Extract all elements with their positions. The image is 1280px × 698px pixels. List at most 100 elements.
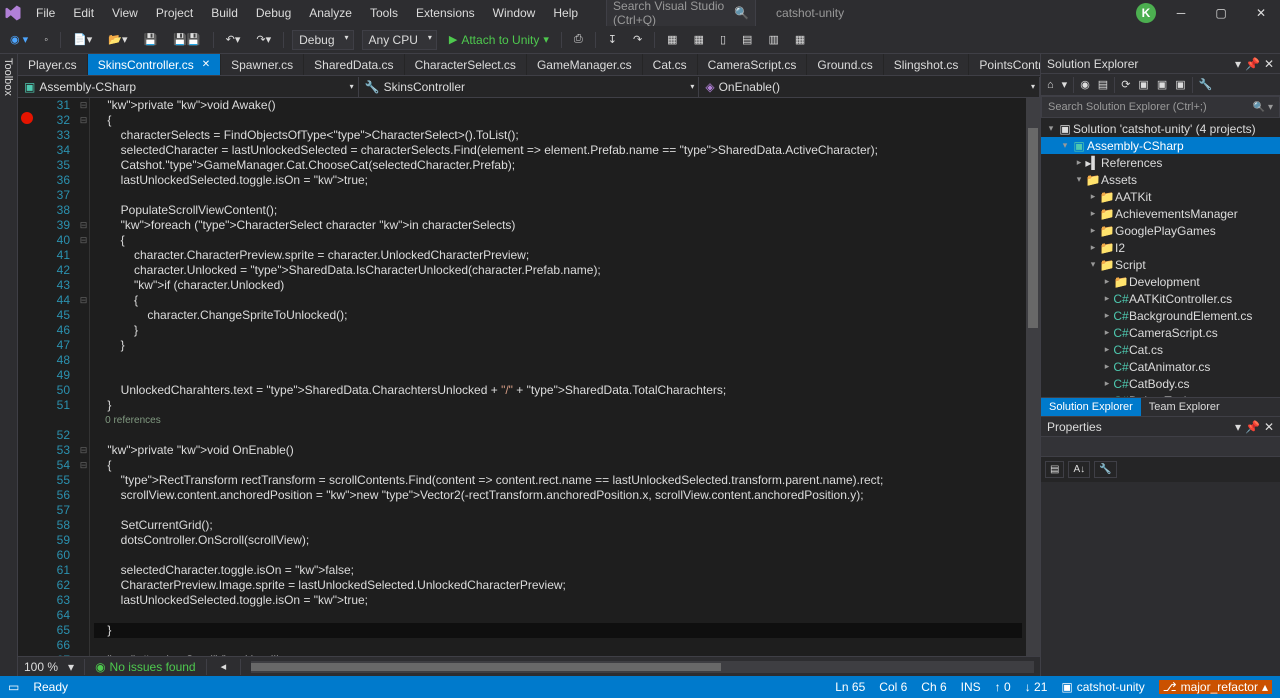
panel-menu-button[interactable]: ▾ (1235, 57, 1241, 71)
tree-item-solution-catshot-unity-4-projects-[interactable]: ▾▣Solution 'catshot-unity' (4 projects) (1041, 120, 1280, 137)
tab-skinscontroller-cs[interactable]: SkinsController.cs✕ (88, 54, 221, 75)
status-branch[interactable]: ⎇ major_refactor ▴ (1159, 680, 1272, 694)
tree-item-googleplaygames[interactable]: ▸📁GooglePlayGames (1041, 222, 1280, 239)
tab-shareddata-cs[interactable]: SharedData.cs (304, 54, 404, 75)
props-close-button[interactable]: ✕ (1264, 420, 1274, 434)
status-ins[interactable]: INS (961, 680, 981, 694)
props-pages-button[interactable]: 🔧 (1094, 461, 1116, 478)
zoom-combo[interactable]: 100 % (24, 660, 58, 674)
platform-combo[interactable]: Any CPU (362, 30, 437, 50)
status-down[interactable]: ↓ 21 (1025, 680, 1048, 694)
menu-tools[interactable]: Tools (362, 2, 406, 24)
code-editor[interactable]: 3132333435363738394041424344454647484950… (18, 98, 1040, 656)
step-into-button[interactable]: ↧ (604, 31, 621, 48)
issue-nav-prev[interactable]: ◂ (217, 658, 231, 675)
step-over-button[interactable]: ↷ (629, 31, 646, 48)
tree-item-assembly-csharp[interactable]: ▾▣Assembly-CSharp (1041, 137, 1280, 154)
se-home-button[interactable]: ⌂ (1045, 77, 1056, 93)
status-output-icon[interactable]: ▭ (8, 680, 19, 694)
breakpoint-icon[interactable] (21, 112, 33, 124)
tree-item-catbody-cs[interactable]: ▸C#CatBody.cs (1041, 375, 1280, 392)
tree-item-catanimator-cs[interactable]: ▸C#CatAnimator.cs (1041, 358, 1280, 375)
se-tb-1[interactable]: ◉ (1078, 76, 1092, 93)
menu-edit[interactable]: Edit (65, 2, 102, 24)
tb-icon-3[interactable]: ▦ (690, 31, 708, 48)
save-button[interactable]: 💾 (140, 31, 162, 48)
se-refresh-button[interactable]: ⟳ (1119, 76, 1132, 93)
menu-project[interactable]: Project (148, 2, 201, 24)
se-tb-3[interactable]: ▣ (1136, 76, 1150, 93)
open-button[interactable]: 📂▾ (104, 31, 131, 48)
code-text[interactable]: "kw">private "kw">void Awake() { charact… (90, 98, 1026, 656)
menu-debug[interactable]: Debug (248, 2, 299, 24)
tb-icon-6[interactable]: ▥ (764, 31, 782, 48)
tree-item-cat-cs[interactable]: ▸C#Cat.cs (1041, 341, 1280, 358)
status-ch[interactable]: Ch 6 (921, 680, 946, 694)
tb-icon-7[interactable]: ▦ (791, 31, 809, 48)
panel-pin-button[interactable]: 📌 (1245, 57, 1260, 71)
tree-item-script[interactable]: ▾📁Script (1041, 256, 1280, 273)
se-properties-button[interactable]: 🔧 (1197, 76, 1215, 93)
tab-camerascript-cs[interactable]: CameraScript.cs (698, 54, 808, 75)
team-explorer-tab[interactable]: Team Explorer (1141, 398, 1228, 416)
tb-icon-1[interactable]: ⎙ (570, 31, 587, 48)
status-line[interactable]: Ln 65 (835, 680, 865, 694)
tree-item-references[interactable]: ▸▸▍References (1041, 154, 1280, 171)
tab-gamemanager-cs[interactable]: GameManager.cs (527, 54, 643, 75)
tree-item-development[interactable]: ▸📁Development (1041, 273, 1280, 290)
status-up[interactable]: ↑ 0 (995, 680, 1011, 694)
tab-pointscontroller-cs[interactable]: PointsController.cs (969, 54, 1040, 75)
menu-file[interactable]: File (28, 2, 63, 24)
tree-item-aatkitcontroller-cs[interactable]: ▸C#AATKitController.cs (1041, 290, 1280, 307)
breakpoint-margin[interactable] (18, 98, 36, 656)
minimize-button[interactable]: ─ (1166, 6, 1196, 20)
vertical-scrollbar[interactable] (1026, 98, 1040, 656)
nav-fwd-button[interactable]: ◦ (40, 32, 52, 48)
nav-project-combo[interactable]: ▣Assembly-CSharp (18, 77, 359, 97)
tree-item-i2[interactable]: ▸📁I2 (1041, 239, 1280, 256)
se-tb-5[interactable]: ▣ (1173, 76, 1187, 93)
tb-icon-2[interactable]: ▦ (663, 31, 681, 48)
props-pin-button[interactable]: 📌 (1245, 420, 1260, 434)
menu-view[interactable]: View (104, 2, 146, 24)
toolbox-panel-tab[interactable]: Toolbox (0, 54, 18, 676)
solution-explorer-tab[interactable]: Solution Explorer (1041, 398, 1141, 416)
se-tb-2[interactable]: ▤ (1096, 76, 1110, 93)
menu-extensions[interactable]: Extensions (408, 2, 483, 24)
props-menu-button[interactable]: ▾ (1235, 420, 1241, 434)
tree-item-backgroundelement-cs[interactable]: ▸C#BackgroundElement.cs (1041, 307, 1280, 324)
properties-object-combo[interactable] (1041, 437, 1280, 457)
props-categorized-button[interactable]: ▤ (1045, 461, 1064, 478)
fold-gutter[interactable]: ⊟⊟⊟⊟⊟⊟⊟⊟⊟⊟⊟⊟⊟ (78, 98, 90, 656)
nav-member-combo[interactable]: ◈OnEnable() (699, 77, 1040, 97)
start-button[interactable]: ▶ Attach to Unity ▾ (445, 31, 553, 49)
tab-cat-cs[interactable]: Cat.cs (643, 54, 698, 75)
menu-help[interactable]: Help (545, 2, 586, 24)
tb-icon-4[interactable]: ▯ (716, 31, 730, 48)
save-all-button[interactable]: 💾💾 (169, 31, 204, 48)
menu-window[interactable]: Window (485, 2, 544, 24)
tab-player-cs[interactable]: Player.cs (18, 54, 88, 75)
menu-build[interactable]: Build (203, 2, 246, 24)
tab-close-icon[interactable]: ✕ (202, 59, 210, 70)
tree-item-achievementsmanager[interactable]: ▸📁AchievementsManager (1041, 205, 1280, 222)
tree-item-assets[interactable]: ▾📁Assets (1041, 171, 1280, 188)
tb-icon-5[interactable]: ▤ (738, 31, 756, 48)
nav-back-button[interactable]: ◉ ▾ (6, 31, 32, 48)
tab-slingshot-cs[interactable]: Slingshot.cs (884, 54, 970, 75)
horizontal-scrollbar[interactable] (251, 661, 1034, 673)
se-tb-4[interactable]: ▣ (1155, 76, 1169, 93)
solution-tree[interactable]: ▾▣Solution 'catshot-unity' (4 projects)▾… (1041, 118, 1280, 397)
h-scrollbar-thumb[interactable] (251, 663, 721, 671)
new-project-button[interactable]: 📄▾ (69, 31, 96, 48)
tab-characterselect-cs[interactable]: CharacterSelect.cs (405, 54, 527, 75)
close-button[interactable]: ✕ (1246, 6, 1276, 20)
tab-spawner-cs[interactable]: Spawner.cs (221, 54, 304, 75)
status-repo[interactable]: ▣ catshot-unity (1061, 680, 1144, 694)
redo-button[interactable]: ↷▾ (252, 31, 275, 48)
props-alpha-button[interactable]: A↓ (1068, 461, 1090, 478)
nav-class-combo[interactable]: 🔧SkinsController (359, 77, 700, 97)
user-badge[interactable]: K (1136, 3, 1156, 23)
scrollbar-thumb[interactable] (1028, 128, 1038, 328)
config-combo[interactable]: Debug (292, 30, 353, 50)
